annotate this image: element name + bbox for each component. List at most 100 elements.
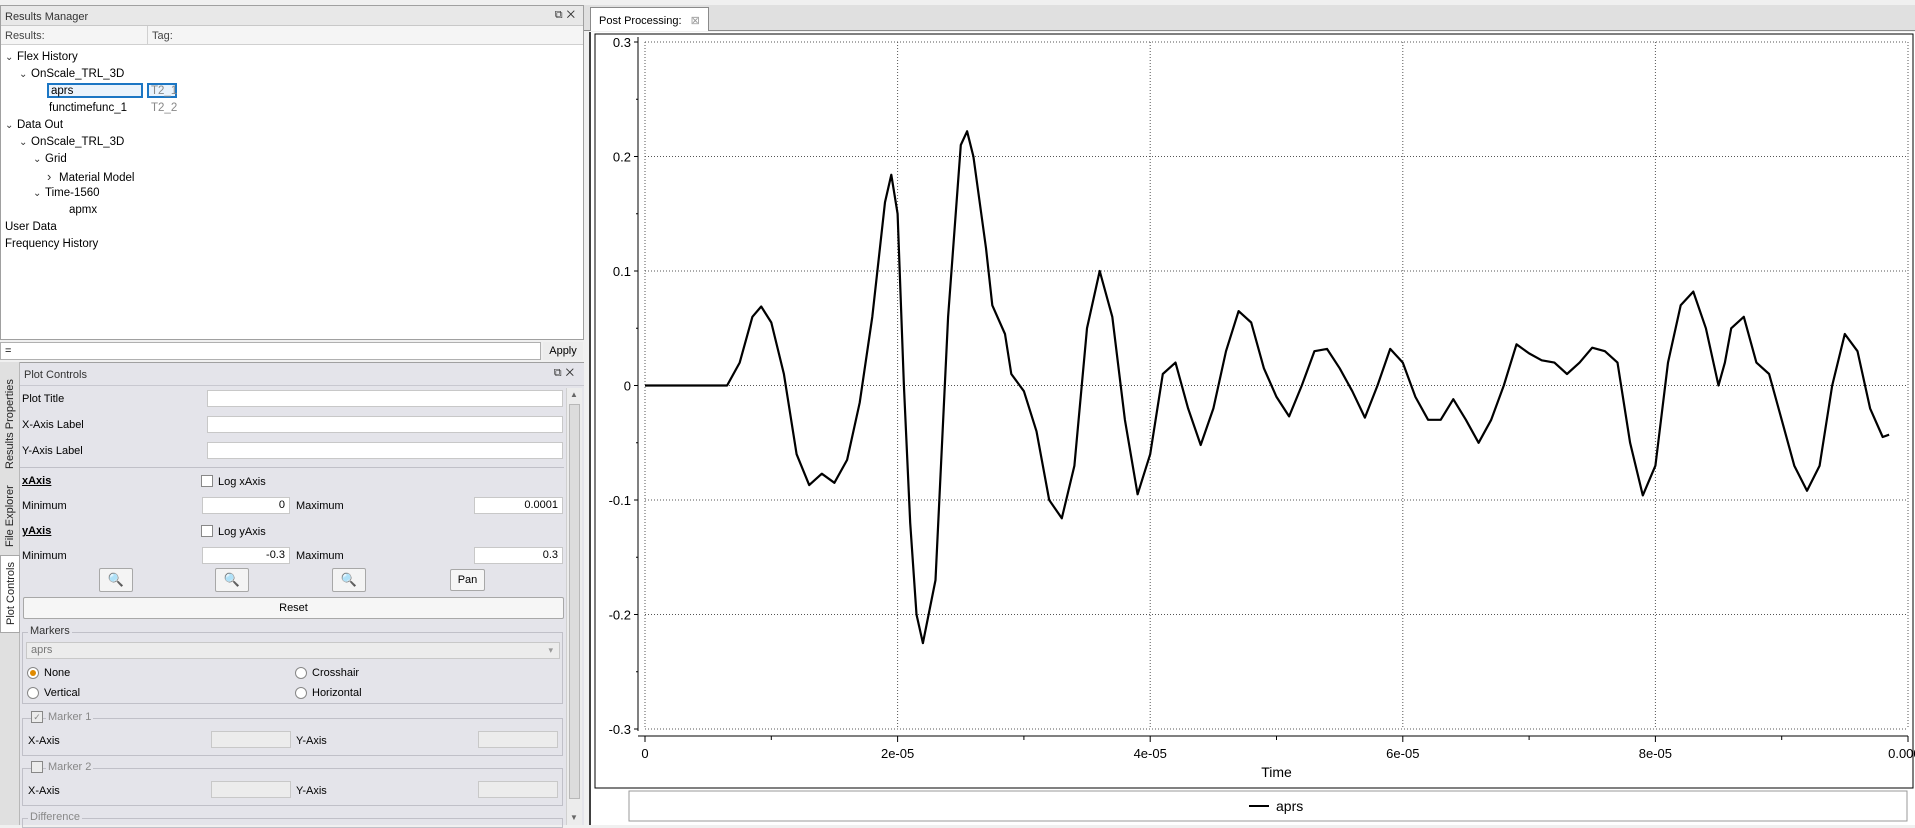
tree-item[interactable]: ⌄ Time-1560 [33, 185, 100, 202]
divider [20, 467, 564, 468]
marker2-y-label: Y-Axis [296, 785, 327, 797]
y-tick-label: 0 [624, 379, 631, 394]
y-maximum-input[interactable]: 0.3 [474, 547, 563, 564]
marker1-x-input[interactable] [211, 731, 291, 748]
marker2-y-input[interactable] [478, 781, 558, 798]
chevron-right-icon[interactable]: › [47, 168, 59, 185]
tree-item-label: apmx [69, 204, 98, 216]
tag-column-label[interactable]: Tag: [152, 30, 173, 42]
results-manager-title-bar: Results Manager ⧉✕ [1, 6, 583, 26]
marker2-x-label: X-Axis [28, 785, 60, 797]
tree-item[interactable]: › Material Model [47, 168, 134, 185]
marker1-label: Marker 1 [46, 711, 94, 723]
x-axis-label-input[interactable] [207, 416, 563, 433]
tree-item[interactable]: ⌄ OnScale_TRL_3D [19, 66, 124, 83]
chevron-down-icon[interactable]: ⌄ [33, 185, 45, 202]
tree-item[interactable]: ⌄ Data Out [5, 117, 63, 134]
tab-file-explorer[interactable]: File Explorer [0, 480, 20, 552]
tab-post-processing[interactable]: Post Processing: ⊠ [590, 7, 709, 31]
xaxis-heading: xAxis [22, 475, 52, 487]
apply-button[interactable]: Apply [543, 342, 583, 360]
zoom-y-icon[interactable]: 🔍 [332, 568, 366, 592]
marker2-checkbox[interactable] [31, 761, 43, 773]
filter-input[interactable]: = [0, 342, 541, 360]
radio-vertical[interactable] [27, 687, 39, 699]
tab-results-properties[interactable]: Results Properties [0, 372, 20, 477]
plot-area[interactable]: 0.3 0.2 0.1 0 -0.1 -0.2 -0.3 0 2e-05 4e-05 6e-05 8e… [589, 32, 1915, 825]
tree-item-label: Material Model [59, 172, 135, 184]
log-xaxis-checkbox[interactable] [201, 475, 213, 487]
plot-controls-title-bar: Plot Controls ⧉✕ [20, 364, 584, 386]
scroll-down-icon[interactable]: ▼ [570, 813, 578, 822]
plot-title-input[interactable] [207, 390, 563, 407]
y-minimum-input[interactable]: -0.3 [202, 547, 290, 564]
marker1-y-input[interactable] [478, 731, 558, 748]
chevron-down-icon[interactable]: ⌄ [5, 117, 17, 134]
scroll-up-icon[interactable]: ▲ [570, 390, 578, 399]
tree-item[interactable]: aprs [41, 83, 143, 100]
tree-item-label: Flex History [17, 51, 78, 63]
marker-series-value: aprs [31, 644, 53, 656]
x-minimum-label: Minimum [22, 500, 67, 512]
line-chart[interactable]: 0.3 0.2 0.1 0 -0.1 -0.2 -0.3 0 2e-05 4e-05 6e-05 8e… [591, 32, 1915, 825]
log-yaxis-checkbox[interactable] [201, 525, 213, 537]
radio-none[interactable] [27, 667, 39, 679]
reset-button[interactable]: Reset [23, 597, 564, 619]
marker1-checkbox[interactable]: ✓ [31, 711, 43, 723]
close-panel-icon[interactable]: ✕ [566, 367, 578, 379]
radio-horizontal[interactable] [295, 687, 307, 699]
y-maximum-label: Maximum [296, 550, 344, 562]
legend-label: aprs [1276, 798, 1303, 814]
tree-item[interactable]: Frequency History [5, 236, 98, 253]
marker2-x-input[interactable] [211, 781, 291, 798]
x-tick-label: 2e-05 [881, 746, 914, 761]
chevron-down-icon[interactable]: ⌄ [19, 134, 31, 151]
tree-item[interactable]: User Data [5, 219, 57, 236]
y-axis-label-input[interactable] [207, 442, 563, 459]
tab-plot-controls[interactable]: Plot Controls [0, 555, 20, 633]
tree-item[interactable]: ⌄ Grid [33, 151, 67, 168]
tree-item-label: OnScale_TRL_3D [31, 68, 125, 80]
radio-crosshair[interactable] [295, 667, 307, 679]
marker-series-select[interactable]: aprs ▾ [26, 642, 560, 659]
zoom-icon[interactable]: 🔍 [99, 568, 133, 592]
tree-item[interactable]: ⌄ Flex History [5, 49, 78, 66]
results-manager-panel: Results Manager ⧉✕ Results: Tag: ⌄ Flex H… [0, 5, 584, 340]
x-maximum-input[interactable]: 0.0001 [474, 497, 563, 514]
tree-item-tag: T2_2 [151, 102, 178, 114]
results-column-header: Results: Tag: [1, 26, 583, 45]
y-tick-label: -0.1 [609, 493, 631, 508]
close-icon[interactable]: ⊠ [691, 15, 700, 27]
chevron-down-icon: ▾ [548, 645, 553, 655]
results-column-label[interactable]: Results: [5, 30, 45, 42]
x-maximum-label: Maximum [296, 500, 344, 512]
tree-item[interactable]: apmx [61, 202, 97, 219]
tree-item-label: Frequency History [5, 238, 99, 250]
plot-controls-scrollbar[interactable]: ▲ ▼ [566, 388, 582, 825]
radio-horizontal-label: Horizontal [312, 687, 362, 699]
x-tick-label: 4e-05 [1134, 746, 1167, 761]
scrollbar-thumb[interactable] [569, 404, 580, 799]
markers-label: Markers [28, 625, 72, 637]
x-minimum-input[interactable]: 0 [202, 497, 290, 514]
plot-title-label: Plot Title [22, 393, 65, 405]
tree-item-tag: T2_1 [147, 83, 177, 98]
float-panel-icon[interactable]: ⧉ [554, 367, 566, 379]
zoom-x-icon[interactable]: 🔍 [215, 568, 249, 592]
x-tick-label: 0 [641, 746, 648, 761]
results-manager-title: Results Manager [5, 11, 89, 23]
chevron-down-icon[interactable]: ⌄ [5, 49, 17, 66]
tree-item[interactable]: ⌄ OnScale_TRL_3D [19, 134, 124, 151]
difference-group [22, 818, 563, 828]
pan-button[interactable]: Pan [450, 569, 485, 591]
y-tick-label: -0.2 [609, 608, 631, 623]
y-tick-label: 0.2 [613, 150, 631, 165]
chevron-down-icon[interactable]: ⌄ [19, 66, 31, 83]
marker2-label: Marker 2 [46, 761, 94, 773]
x-tick-label: 6e-05 [1386, 746, 1419, 761]
tree-item[interactable]: functimefunc_1 [41, 100, 127, 117]
float-panel-icon[interactable]: ⧉ [555, 9, 567, 21]
tree-item-label: Grid [45, 153, 67, 165]
close-panel-icon[interactable]: ✕ [567, 9, 579, 21]
chevron-down-icon[interactable]: ⌄ [33, 151, 45, 168]
